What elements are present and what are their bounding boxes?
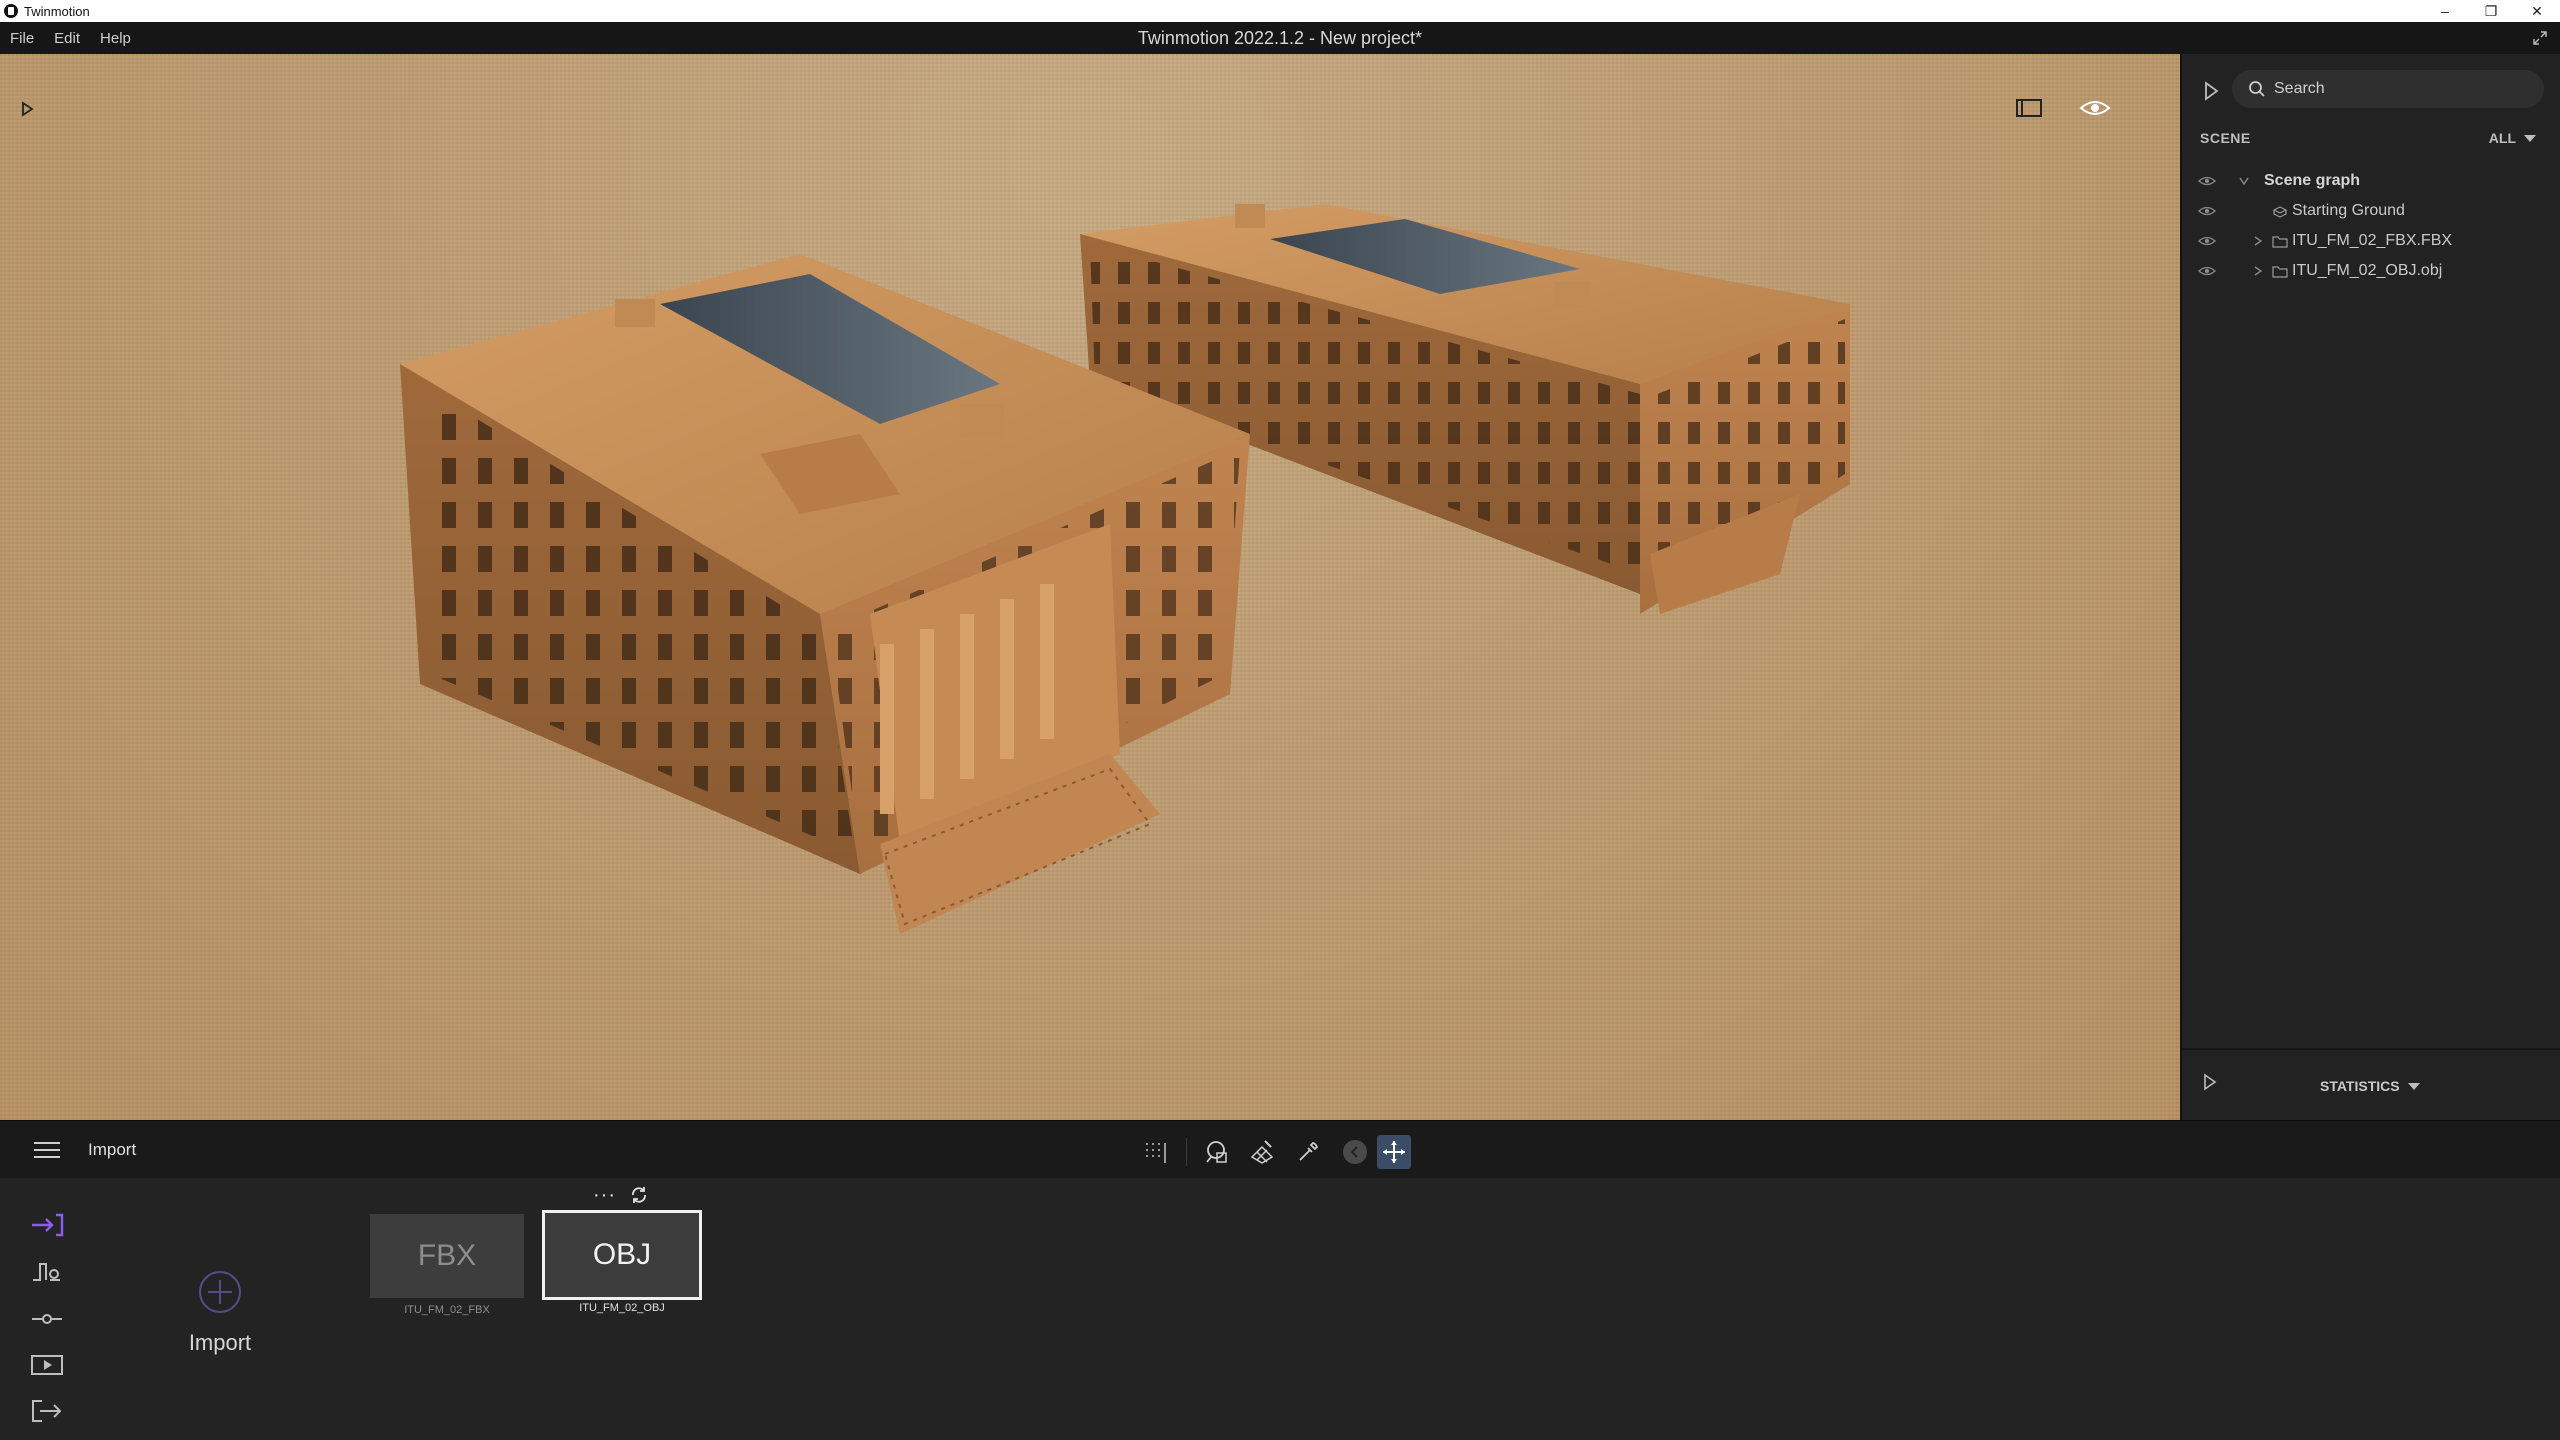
visibility-eye-icon[interactable] bbox=[2198, 174, 2216, 188]
statistics-label: STATISTICS bbox=[2320, 1078, 2400, 1094]
expand-panel-icon[interactable] bbox=[18, 100, 36, 118]
search-input[interactable] bbox=[2274, 80, 2534, 98]
os-window-title: Twinmotion bbox=[24, 3, 90, 19]
import-panel: Import ··· FBX ITU_FM_02_FBX OBJ ITU_FM_… bbox=[0, 1178, 2560, 1440]
tree-item-label: Starting Ground bbox=[2292, 202, 2405, 219]
media-icon[interactable] bbox=[30, 1352, 64, 1378]
folder-icon bbox=[2272, 266, 2288, 278]
section-title: Import bbox=[88, 1140, 137, 1159]
restore-button[interactable]: ❐ bbox=[2468, 0, 2514, 22]
asset-item-selected[interactable]: OBJ ITU_FM_02_OBJ bbox=[542, 1210, 702, 1314]
context-icon[interactable] bbox=[30, 1258, 64, 1284]
tree-item-starting-ground[interactable]: Starting Ground bbox=[2182, 196, 2560, 226]
side-dock bbox=[0, 1178, 96, 1440]
tree-item-label: ITU_FM_02_OBJ.obj bbox=[2292, 262, 2443, 279]
chevron-right-icon[interactable] bbox=[2252, 235, 2264, 247]
ground-icon bbox=[2272, 206, 2288, 218]
visibility-eye-icon[interactable] bbox=[2198, 234, 2216, 248]
bottom-toolbar: Import bbox=[0, 1120, 2560, 1178]
close-button[interactable]: ✕ bbox=[2514, 0, 2560, 22]
scene-tree: Scene graph Starting Ground ITU_FM_02_FB… bbox=[2182, 166, 2560, 286]
scene-filter-dropdown[interactable]: ALL bbox=[2489, 130, 2536, 146]
menu-file[interactable]: File bbox=[0, 30, 44, 47]
tree-item-fbx[interactable]: ITU_FM_02_FBX.FBX bbox=[2182, 226, 2560, 256]
move-arrows-icon bbox=[1383, 1141, 1405, 1163]
scene-filter-label: ALL bbox=[2488, 130, 2516, 146]
tree-item-scene-graph[interactable]: Scene graph bbox=[2182, 166, 2560, 196]
configure-icon[interactable] bbox=[30, 1306, 64, 1332]
chevron-right-icon[interactable] bbox=[2252, 265, 2264, 277]
asset-item[interactable]: FBX ITU_FM_02_FBX bbox=[370, 1210, 524, 1316]
eyedropper-icon bbox=[1299, 1142, 1319, 1161]
asset-name: ITU_FM_02_FBX bbox=[404, 1304, 490, 1316]
search-icon bbox=[2249, 81, 2265, 97]
asset-actions: ··· bbox=[593, 1185, 648, 1205]
fullscreen-icon[interactable] bbox=[2532, 30, 2548, 46]
brush-grid-icon bbox=[1250, 1140, 1274, 1164]
twinmotion-logo-icon bbox=[4, 4, 18, 18]
arrow-left-icon bbox=[1350, 1146, 1358, 1158]
back-button[interactable] bbox=[1343, 1140, 1367, 1164]
lasso-icon bbox=[1206, 1141, 1227, 1163]
tree-item-label: ITU_FM_02_FBX.FBX bbox=[2292, 232, 2453, 249]
tool-icons bbox=[1140, 1135, 1411, 1169]
asset-thumbnail[interactable]: FBX bbox=[370, 1214, 524, 1298]
more-options-button[interactable]: ··· bbox=[593, 1185, 616, 1205]
statistics-bar: STATISTICS bbox=[2182, 1048, 2560, 1120]
os-titlebar: Twinmotion – ❐ ✕ bbox=[0, 0, 2560, 22]
menu-edit[interactable]: Edit bbox=[44, 30, 90, 47]
window-controls: – ❐ ✕ bbox=[2422, 0, 2560, 22]
scene-panel: SCENE ALL Scene graph Starting Ground IT… bbox=[2180, 54, 2560, 1120]
search-box[interactable] bbox=[2232, 70, 2544, 108]
tree-item-obj[interactable]: ITU_FM_02_OBJ.obj bbox=[2182, 256, 2560, 286]
menu-bar: File Edit Help Twinmotion 2022.1.2 - New… bbox=[0, 22, 2560, 54]
paint-tool[interactable] bbox=[1247, 1137, 1277, 1167]
hamburger-menu-icon[interactable] bbox=[32, 1139, 62, 1161]
navigation-mode-toggle bbox=[1343, 1135, 1411, 1169]
statistics-dropdown[interactable]: STATISTICS bbox=[2320, 1078, 2420, 1094]
grid-icon bbox=[1146, 1143, 1166, 1163]
asset-name: ITU_FM_02_OBJ bbox=[579, 1302, 665, 1314]
scene-header: SCENE bbox=[2200, 130, 2251, 146]
visibility-eye-icon[interactable] bbox=[2198, 264, 2216, 278]
import-icon[interactable] bbox=[30, 1212, 64, 1238]
expand-statistics-icon[interactable] bbox=[2202, 1072, 2218, 1092]
document-title: Twinmotion 2022.1.2 - New project* bbox=[1137, 27, 1423, 48]
frame-icon[interactable] bbox=[2015, 96, 2043, 120]
select-tool[interactable] bbox=[1201, 1137, 1231, 1167]
chevron-down-icon[interactable] bbox=[2238, 175, 2250, 187]
move-tool-button[interactable] bbox=[1377, 1135, 1411, 1169]
eyedropper-tool[interactable] bbox=[1293, 1137, 1323, 1167]
asset-thumbnail[interactable]: OBJ bbox=[542, 1210, 702, 1300]
visibility-eye-icon[interactable] bbox=[2198, 204, 2216, 218]
chevron-down-icon bbox=[2524, 134, 2536, 142]
add-circle-icon bbox=[199, 1271, 241, 1313]
import-label: Import bbox=[188, 1330, 252, 1355]
toolbar-divider bbox=[1186, 1138, 1187, 1166]
import-button[interactable]: Import bbox=[170, 1270, 270, 1356]
scene-render bbox=[400, 204, 1850, 934]
minimize-button[interactable]: – bbox=[2422, 0, 2468, 22]
tree-item-label: Scene graph bbox=[2264, 172, 2361, 189]
folder-icon bbox=[2272, 236, 2288, 248]
menu-help[interactable]: Help bbox=[90, 30, 141, 47]
export-icon[interactable] bbox=[30, 1398, 64, 1424]
eye-icon[interactable] bbox=[2079, 96, 2111, 120]
chevron-down-icon bbox=[2407, 1082, 2420, 1090]
collapse-panel-icon[interactable] bbox=[2202, 80, 2220, 102]
refresh-icon[interactable] bbox=[630, 1186, 648, 1204]
grid-tool[interactable] bbox=[1140, 1137, 1170, 1167]
3d-viewport[interactable] bbox=[0, 54, 2180, 1120]
